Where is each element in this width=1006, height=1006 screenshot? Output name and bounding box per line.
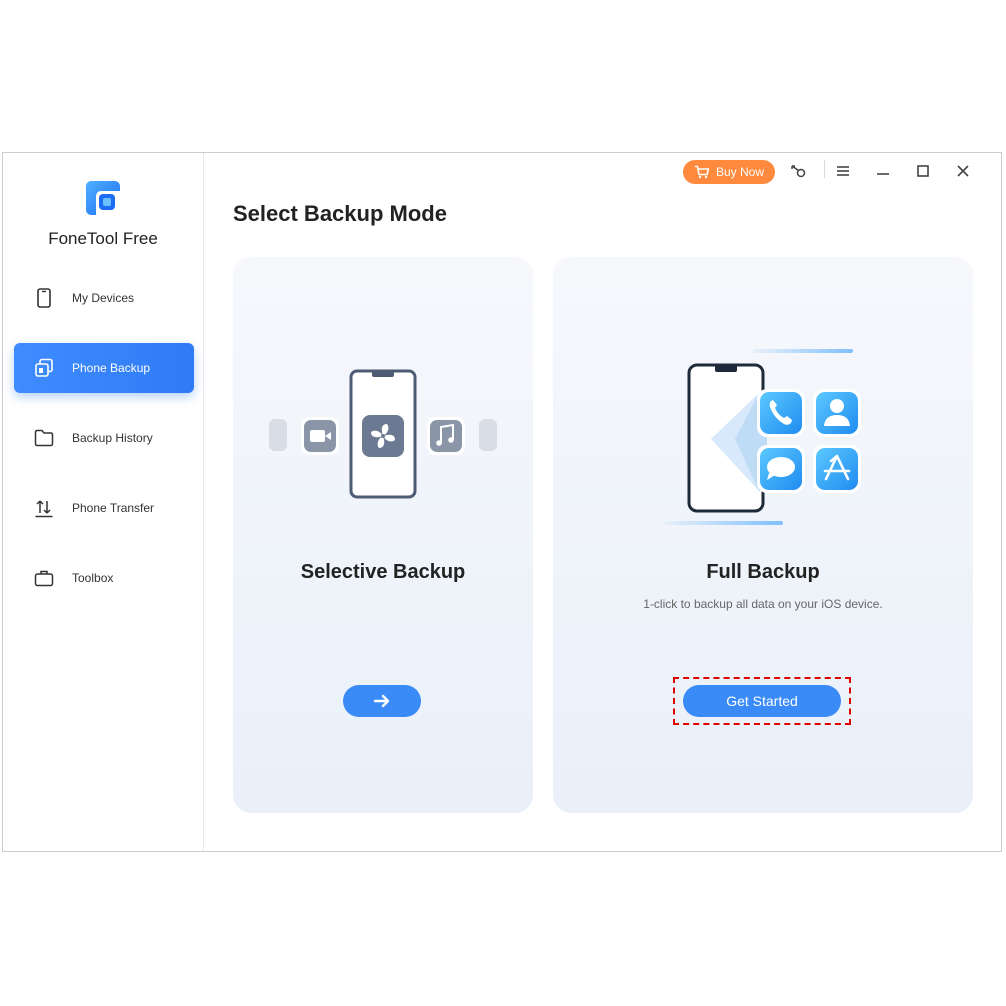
menu-icon[interactable]	[832, 160, 854, 182]
sidebar-item-toolbox[interactable]: Toolbox	[14, 553, 194, 603]
maximize-icon[interactable]	[912, 160, 934, 182]
selective-backup-illustration	[269, 369, 497, 499]
key-icon[interactable]	[787, 160, 809, 182]
title-bar: Buy Now	[681, 153, 1001, 189]
sidebar-item-label: Toolbox	[72, 571, 114, 585]
app-name: FoneTool Free	[48, 229, 158, 248]
sidebar-item-phone-backup[interactable]: Phone Backup	[14, 343, 194, 393]
buy-now-button[interactable]: Buy Now	[683, 160, 775, 184]
backup-icon	[34, 358, 54, 378]
selective-backup-start-button[interactable]	[343, 685, 421, 717]
sidebar: FoneTool Free My Devices Phone Backup Ba…	[3, 153, 204, 851]
page-title: Select Backup Mode	[233, 201, 447, 226]
full-backup-card[interactable]: Full Backup 1-click to backup all data o…	[553, 257, 973, 813]
app-window: FoneTool Free My Devices Phone Backup Ba…	[2, 152, 1002, 852]
full-backup-illustration	[663, 349, 861, 525]
buy-now-label: Buy Now	[715, 165, 765, 179]
get-started-button[interactable]: Get Started	[683, 685, 841, 717]
folder-icon	[34, 428, 54, 448]
toolbar-divider	[824, 160, 825, 178]
card-title: Selective Backup	[300, 561, 466, 583]
sidebar-item-label: Phone Backup	[72, 361, 151, 375]
card-description: 1-click to backup all data on your iOS d…	[643, 597, 883, 611]
arrow-right-icon	[373, 694, 390, 708]
main-content: Buy Now Select Backup Mode Selective Bac…	[203, 153, 1001, 851]
sidebar-item-backup-history[interactable]: Backup History	[14, 413, 194, 463]
cart-icon	[694, 165, 710, 179]
close-icon[interactable]	[952, 160, 974, 182]
app-logo-icon	[86, 181, 120, 215]
transfer-icon	[34, 498, 54, 518]
sidebar-item-label: Backup History	[72, 431, 153, 445]
phone-icon	[34, 288, 54, 308]
sidebar-item-phone-transfer[interactable]: Phone Transfer	[14, 483, 194, 533]
sidebar-item-my-devices[interactable]: My Devices	[14, 273, 194, 323]
sidebar-item-label: My Devices	[72, 291, 135, 305]
minimize-icon[interactable]	[872, 160, 894, 182]
toolbox-icon	[34, 568, 54, 588]
card-title: Full Backup	[706, 561, 820, 583]
selective-backup-card[interactable]: Selective Backup	[233, 257, 533, 813]
sidebar-item-label: Phone Transfer	[72, 501, 155, 515]
